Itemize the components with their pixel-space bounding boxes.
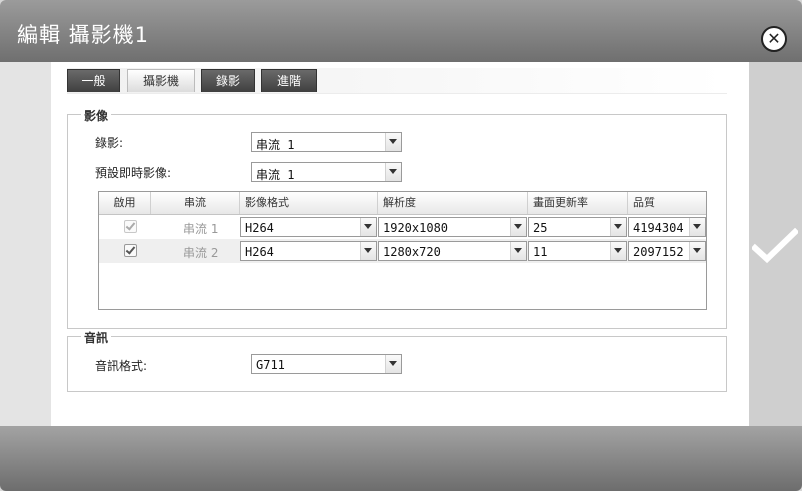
- quality-select[interactable]: 2097152: [628, 241, 706, 261]
- stream-name: 串流 2: [183, 246, 219, 260]
- checkmark-icon: [750, 227, 800, 264]
- column-frame-rate: 畫面更新率: [528, 192, 628, 214]
- live-stream-label: 預設即時影像:: [95, 166, 172, 180]
- frame-rate-select[interactable]: 11: [528, 241, 627, 261]
- chevron-down-icon: [510, 218, 526, 236]
- chevron-down-icon: [689, 218, 705, 236]
- checkmark-icon: [125, 244, 136, 255]
- recording-stream-label: 錄影:: [95, 136, 124, 150]
- resolution-value: 1920x1080: [383, 221, 449, 235]
- resolution-select[interactable]: 1280x720: [378, 241, 527, 261]
- live-stream-select[interactable]: 串流 1: [251, 162, 402, 182]
- chevron-down-icon: [385, 133, 401, 151]
- close-icon: ✕: [767, 29, 781, 48]
- resolution-select[interactable]: 1920x1080: [378, 217, 527, 237]
- chevron-down-icon: [689, 242, 705, 260]
- edit-camera-dialog: 編輯 攝影機1 ✕ 一般 攝影機 錄影 進階 影像 錄影: 串流 1 預設即時影…: [0, 0, 802, 491]
- resolution-value: 1280x720: [383, 245, 441, 259]
- quality-value: 2097152: [633, 245, 684, 259]
- column-enabled: 啟用: [99, 192, 151, 214]
- audio-format-value: G711: [256, 358, 285, 372]
- format-select[interactable]: H264: [240, 241, 377, 261]
- recording-stream-value: 串流 1: [256, 138, 295, 152]
- recording-stream-select[interactable]: 串流 1: [251, 132, 402, 152]
- chevron-down-icon: [510, 242, 526, 260]
- column-format: 影像格式: [240, 192, 378, 214]
- chevron-down-icon: [360, 218, 376, 236]
- tab-advanced[interactable]: 進階: [261, 69, 317, 92]
- table-header: 啟用 串流 影像格式 解析度 畫面更新率 品質: [99, 192, 706, 215]
- confirm-button[interactable]: [750, 227, 800, 264]
- format-value: H264: [245, 245, 274, 259]
- quality-select[interactable]: 4194304: [628, 217, 706, 237]
- audio-format-label: 音訊格式:: [95, 359, 148, 373]
- tab-general[interactable]: 一般: [67, 69, 120, 92]
- chevron-down-icon: [360, 242, 376, 260]
- audio-format-select[interactable]: G711: [251, 354, 402, 374]
- stream-name: 串流 1: [183, 222, 219, 236]
- title-bar: 編輯 攝影機1 ✕: [0, 0, 802, 62]
- dialog-title: 編輯 攝影機1: [17, 23, 150, 47]
- table-row: 串流 2 H264 1280x720 11 2097152: [99, 239, 706, 263]
- chevron-down-icon: [385, 355, 401, 373]
- table-row: 串流 1 H264 1920x1080 25 4194304: [99, 215, 706, 239]
- footer-bar: [0, 426, 802, 491]
- column-quality: 品質: [633, 196, 655, 209]
- format-value: H264: [245, 221, 274, 235]
- column-stream: 串流: [151, 192, 240, 214]
- dialog-content: 一般 攝影機 錄影 進階 影像 錄影: 串流 1 預設即時影像: 串流 1 啟用…: [51, 62, 749, 426]
- frame-rate-select[interactable]: 25: [528, 217, 627, 237]
- tab-camera[interactable]: 攝影機: [127, 69, 195, 92]
- checkmark-icon: [125, 220, 136, 231]
- tab-recording[interactable]: 錄影: [201, 69, 255, 92]
- chevron-down-icon: [385, 163, 401, 181]
- frame-rate-value: 25: [533, 221, 548, 235]
- audio-legend: 音訊: [81, 329, 112, 346]
- enable-checkbox[interactable]: [124, 220, 137, 233]
- column-resolution: 解析度: [378, 192, 528, 214]
- enable-checkbox[interactable]: [124, 244, 137, 257]
- tab-bar: 一般 攝影機 錄影 進階: [67, 68, 727, 94]
- stream-table: 啟用 串流 影像格式 解析度 畫面更新率 品質 串流 1 H264 1920x1…: [98, 191, 707, 310]
- close-button[interactable]: ✕: [761, 26, 787, 52]
- video-legend: 影像: [81, 107, 112, 124]
- quality-value: 4194304: [633, 221, 684, 235]
- frame-rate-value: 11: [533, 245, 548, 259]
- left-gutter: [0, 62, 51, 426]
- live-stream-value: 串流 1: [256, 168, 295, 182]
- format-select[interactable]: H264: [240, 217, 377, 237]
- chevron-down-icon: [610, 242, 626, 260]
- chevron-down-icon: [610, 218, 626, 236]
